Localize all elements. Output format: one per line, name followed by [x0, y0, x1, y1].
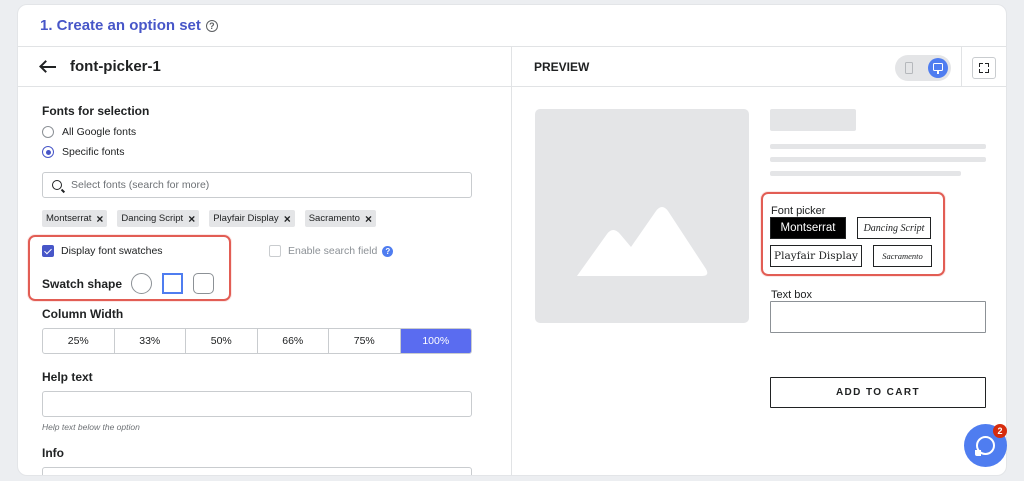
remove-tag-icon[interactable]: × [188, 213, 195, 225]
column-width-100[interactable]: 100% [400, 329, 471, 353]
column-width-25[interactable]: 25% [43, 329, 115, 353]
help-text-label: Help text [42, 370, 93, 384]
back-arrow-icon[interactable] [40, 60, 56, 74]
radio-label: Specific fonts [62, 146, 125, 158]
device-toggle[interactable] [895, 55, 951, 81]
desktop-device-button[interactable] [928, 58, 948, 78]
card-title: 1. Create an option set [40, 17, 201, 34]
tag-label: Sacramento [308, 213, 360, 224]
add-to-cart-button[interactable]: ADD TO CART [770, 377, 986, 408]
help-circle-icon[interactable]: ? [205, 19, 218, 32]
preview-title: PREVIEW [534, 59, 590, 74]
header-divider [961, 47, 962, 87]
image-icon [577, 207, 708, 276]
help-text-input[interactable] [42, 391, 472, 417]
font-tag: Sacramento × [304, 210, 376, 227]
fullscreen-icon-corner [979, 69, 983, 73]
search-icon [52, 180, 62, 190]
option-set-name: font-picker-1 [70, 58, 161, 75]
tag-label: Dancing Script [121, 213, 184, 224]
column-width-75[interactable]: 75% [329, 329, 401, 353]
text-skeleton [770, 157, 986, 162]
column-width-33[interactable]: 33% [115, 329, 186, 353]
title-skeleton [770, 109, 856, 131]
highlight-annotation [28, 235, 231, 301]
font-tag: Dancing Script × [117, 210, 200, 227]
font-search-input[interactable]: Select fonts (search for more) [42, 172, 472, 198]
radio-label: All Google fonts [62, 126, 137, 138]
checkbox-label: Enable search field [288, 245, 378, 257]
column-width-50[interactable]: 50% [186, 329, 258, 353]
chat-bubble-icon [975, 436, 995, 456]
remove-tag-icon[interactable]: × [284, 213, 291, 225]
remove-tag-icon[interactable]: × [365, 213, 372, 225]
column-width-66[interactable]: 66% [258, 329, 329, 353]
radio-button[interactable] [42, 126, 54, 138]
fonts-for-selection-label: Fonts for selection [42, 104, 150, 118]
fullscreen-icon-corner [985, 69, 989, 73]
tag-label: Playfair Display [213, 213, 279, 224]
radio-all-google-fonts[interactable]: All Google fonts [42, 126, 487, 138]
checkbox-unchecked-icon[interactable] [269, 245, 281, 257]
preview-header: PREVIEW [512, 47, 1006, 87]
remove-tag-icon[interactable]: × [96, 213, 103, 225]
help-text-hint: Help text below the option [42, 422, 140, 432]
fullscreen-icon [979, 63, 983, 67]
question-icon[interactable]: ? [382, 245, 394, 257]
text-box-input[interactable] [770, 301, 986, 333]
text-skeleton [770, 144, 986, 149]
info-label: Info [42, 446, 64, 460]
card-header: 1. Create an option set ? [18, 5, 1006, 47]
font-tag: Montserrat × [42, 210, 108, 227]
fullscreen-icon-corner [985, 63, 989, 67]
text-skeleton [770, 171, 961, 176]
search-placeholder: Select fonts (search for more) [71, 179, 210, 191]
column-width-selector: 25% 33% 50% 66% 75% 100% [42, 328, 472, 354]
text-box-label: Text box [771, 289, 812, 301]
swatch-settings: Display font swatches Enable search fiel… [28, 235, 487, 301]
fullscreen-button[interactable] [972, 57, 996, 79]
radio-button[interactable] [42, 146, 54, 158]
column-width-label: Column Width [42, 307, 124, 321]
preview-panel: PREVIEW Font picker Montserrat Dancing S… [512, 47, 1006, 475]
radio-specific-fonts[interactable]: Specific fonts [42, 146, 487, 158]
tag-label: Montserrat [46, 213, 92, 224]
notification-badge: 2 [993, 424, 1007, 438]
product-image-placeholder [535, 109, 749, 323]
monitor-icon [933, 63, 943, 74]
mobile-device-icon[interactable] [905, 62, 913, 74]
editor-header: font-picker-1 [18, 47, 511, 87]
info-input[interactable] [42, 467, 472, 475]
enable-search-field-checkbox[interactable]: Enable search field ? [269, 245, 394, 257]
highlight-annotation [761, 192, 945, 276]
editor-body: Fonts for selection All Google fonts Spe… [18, 87, 511, 475]
editor-panel: font-picker-1 Fonts for selection All Go… [18, 47, 512, 475]
option-set-card: 1. Create an option set ? font-picker-1 … [17, 4, 1007, 476]
selected-font-tags: Montserrat × Dancing Script × Playfair Dis… [42, 210, 487, 227]
font-tag: Playfair Display × [209, 210, 295, 227]
